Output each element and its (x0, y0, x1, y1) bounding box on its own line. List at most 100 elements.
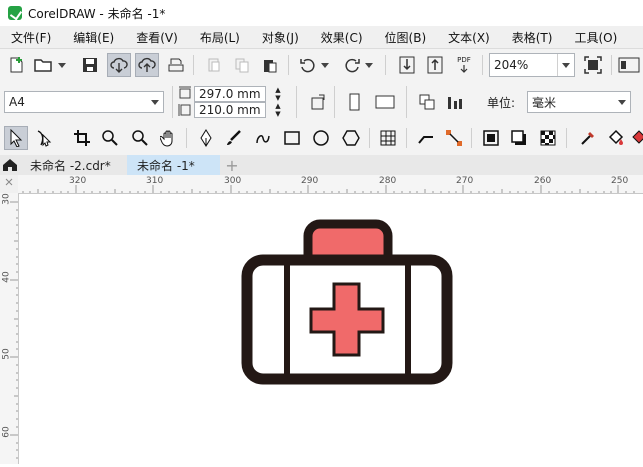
redo-icon[interactable] (340, 53, 364, 77)
import-icon[interactable] (395, 53, 419, 77)
zoom-level-value: 204% (494, 58, 529, 72)
page-width-input[interactable]: 297.0 mm (194, 86, 266, 102)
lock-ratio-icon[interactable] (306, 90, 330, 114)
drop-shadow-icon[interactable] (507, 126, 531, 150)
coreldraw-logo-icon (8, 6, 22, 20)
new-document-icon[interactable] (4, 53, 28, 77)
page-size-value: A4 (9, 95, 25, 109)
units-dropdown-icon[interactable] (614, 92, 630, 112)
eyedropper-icon[interactable] (576, 126, 600, 150)
transparency-tool-icon[interactable] (536, 126, 560, 150)
landscape-icon[interactable] (373, 90, 397, 114)
zoom-tool-icon[interactable] (98, 126, 122, 150)
open-folder-icon[interactable] (32, 53, 56, 77)
tab-document-2[interactable]: 未命名 -2.cdr* (20, 155, 126, 175)
vertical-ruler[interactable]: 30 40 50 60 (0, 193, 19, 464)
export-icon[interactable] (423, 53, 447, 77)
property-bar: A4 297.0 mm ▲ ▼ 210.0 mm ▲ ▼ 单位: 毫米 (0, 82, 643, 123)
menu-bitmaps[interactable]: 位图(B) (374, 29, 438, 46)
smart-fill-icon[interactable] (630, 126, 643, 150)
page-width-icon (176, 85, 194, 101)
contour-tool-icon[interactable] (479, 126, 503, 150)
ruler-h-label: 280 (379, 176, 397, 186)
menu-view[interactable]: 查看(V) (125, 29, 189, 46)
smart-drawing-icon[interactable] (251, 126, 275, 150)
tab-document-1[interactable]: 未命名 -1* (127, 155, 220, 175)
drawing-canvas[interactable] (19, 194, 643, 464)
save-icon[interactable] (78, 53, 102, 77)
ruler-options-icon[interactable] (617, 53, 641, 77)
horizontal-ruler[interactable]: 320 310 300 290 280 270 260 250 (18, 175, 643, 194)
rectangle-tool-icon[interactable] (280, 126, 304, 150)
menu-edit[interactable]: 编辑(E) (62, 29, 125, 46)
undo-dropdown-icon[interactable] (319, 53, 331, 77)
full-screen-icon[interactable] (581, 53, 605, 77)
redo-dropdown-icon[interactable] (363, 53, 375, 77)
pen-tool-icon[interactable] (194, 126, 218, 150)
menu-table[interactable]: 表格(T) (501, 29, 564, 46)
menu-tools[interactable]: 工具(O) (563, 29, 628, 46)
unit-label: 单位: (487, 96, 516, 110)
menu-layout[interactable]: 布局(L) (189, 29, 251, 46)
page-height-icon (176, 102, 194, 118)
page-height-value: 210.0 mm (199, 103, 261, 117)
publish-pdf-button[interactable]: PDF (452, 53, 476, 77)
page-size-dropdown-icon[interactable] (147, 92, 163, 112)
connector-tool-icon[interactable] (414, 126, 438, 150)
add-tab-icon[interactable]: + (222, 155, 242, 175)
ruler-v-label: 30 (1, 193, 12, 205)
menu-object[interactable]: 对象(J) (251, 29, 310, 46)
cloud-download-icon[interactable] (107, 53, 131, 77)
print-icon[interactable] (164, 53, 188, 77)
ruler-v-label: 50 (1, 348, 12, 360)
pan-tool-icon[interactable] (157, 126, 181, 150)
artistic-media-icon[interactable] (222, 126, 246, 150)
ellipse-tool-icon[interactable] (309, 126, 333, 150)
zoom-out-tool-icon[interactable] (128, 126, 152, 150)
open-dropdown-icon[interactable] (56, 53, 68, 77)
portrait-icon[interactable] (343, 90, 367, 114)
page-height-spinner[interactable]: ▲ ▼ (266, 102, 290, 118)
menu-file[interactable]: 文件(F) (0, 29, 62, 46)
ruler-v-label: 40 (1, 271, 12, 283)
pick-tool-icon[interactable] (4, 126, 28, 150)
menu-text[interactable]: 文本(X) (437, 29, 501, 46)
copy-icon[interactable] (230, 53, 254, 77)
paste-icon[interactable] (258, 53, 282, 77)
dimension-tool-icon[interactable] (442, 126, 466, 150)
polygon-tool-icon[interactable] (339, 126, 363, 150)
ruler-h-label: 270 (456, 176, 474, 186)
medical-kit-drawing[interactable] (19, 194, 643, 464)
title-bar: CorelDRAW - 未命名 -1* (0, 0, 643, 26)
standard-toolbar: PDF 204% (0, 49, 643, 83)
ruler-h-label: 290 (301, 176, 319, 186)
page-width-spinner[interactable]: ▲ ▼ (266, 86, 290, 102)
undo-icon[interactable] (296, 53, 320, 77)
pdf-label: PDF (457, 56, 471, 64)
window-title: CorelDRAW - 未命名 -1* (28, 6, 166, 21)
current-page-icon[interactable] (443, 90, 467, 114)
cloud-upload-icon[interactable] (135, 53, 159, 77)
shape-tool-icon[interactable] (32, 126, 56, 150)
all-pages-icon[interactable] (415, 90, 439, 114)
ruler-corner[interactable] (0, 175, 19, 194)
crop-tool-icon[interactable] (70, 126, 94, 150)
document-tabs: 未命名 -2.cdr* 未命名 -1* + (0, 155, 643, 176)
cut-icon[interactable] (202, 53, 226, 77)
zoom-dropdown-icon[interactable] (557, 54, 574, 76)
interactive-fill-icon[interactable] (604, 126, 628, 150)
ruler-h-label: 320 (69, 176, 87, 186)
page-width-value: 297.0 mm (199, 87, 261, 101)
page-size-combo[interactable]: A4 (4, 91, 164, 113)
zoom-level-combo[interactable]: 204% (489, 53, 575, 77)
home-icon[interactable] (0, 155, 20, 175)
menu-effects[interactable]: 效果(C) (310, 29, 374, 46)
ruler-h-label: 310 (146, 176, 164, 186)
units-combo[interactable]: 毫米 (527, 91, 631, 113)
ruler-h-label: 260 (534, 176, 552, 186)
table-tool-icon[interactable] (376, 126, 400, 150)
units-value: 毫米 (532, 95, 557, 110)
ruler-h-label: 300 (224, 176, 242, 186)
page-height-input[interactable]: 210.0 mm (194, 102, 266, 118)
tab-document-2-label: 未命名 -2.cdr* (30, 158, 111, 173)
